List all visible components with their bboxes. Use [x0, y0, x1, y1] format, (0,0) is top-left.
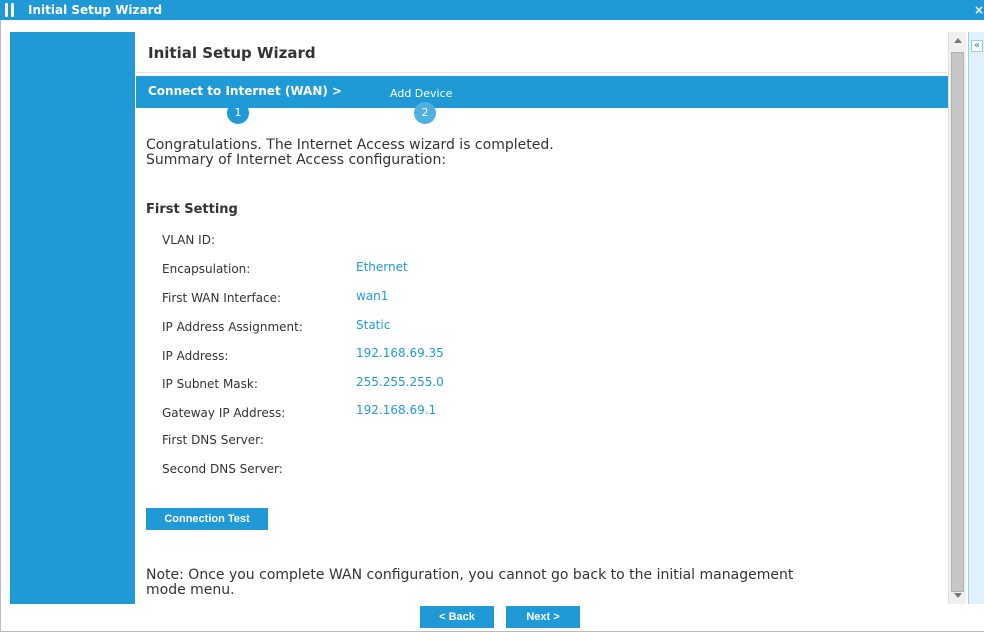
- first-dns-label: First DNS Server:: [162, 433, 264, 447]
- wizard-heading: Initial Setup Wizard: [148, 44, 316, 62]
- completion-line: Congratulations. The Internet Access wiz…: [146, 137, 554, 153]
- first-wan-interface-label: First WAN Interface:: [162, 291, 282, 305]
- summary-line: Summary of Internet Access configuration…: [146, 152, 447, 168]
- note-line-2: mode menu.: [146, 582, 235, 598]
- heading-divider: [136, 72, 948, 73]
- step-2-badge: 2: [414, 102, 436, 124]
- scroll-thumb[interactable]: [951, 52, 964, 592]
- second-dns-label: Second DNS Server:: [162, 462, 283, 476]
- close-button[interactable]: ×: [974, 2, 984, 18]
- ip-address-assignment-value: Static: [356, 318, 391, 332]
- window-title: Initial Setup Wizard: [28, 3, 163, 17]
- first-wan-interface-value: wan1: [356, 289, 389, 303]
- window-titlebar: Initial Setup Wizard ×: [0, 0, 984, 20]
- vertical-scrollbar[interactable]: [948, 32, 966, 604]
- step-bar: Connect to Internet (WAN) > Add Device: [136, 76, 948, 108]
- scroll-down-icon[interactable]: [954, 593, 962, 598]
- section-title: First Setting: [146, 202, 238, 217]
- step-1-badge: 1: [227, 102, 249, 124]
- scroll-up-icon[interactable]: [954, 38, 962, 43]
- note-text: Note: Once you complete WAN configuratio…: [146, 568, 886, 598]
- ip-address-value: 192.168.69.35: [356, 346, 444, 360]
- step-add-device: Add Device: [390, 87, 453, 100]
- wizard-icon: [2, 0, 28, 20]
- ip-subnet-mask-label: IP Subnet Mask:: [162, 377, 258, 391]
- gateway-ip-value: 192.168.69.1: [356, 403, 437, 417]
- right-side-panel: «: [968, 32, 984, 604]
- encapsulation-label: Encapsulation:: [162, 262, 251, 276]
- left-sidebar-strip: [10, 32, 135, 604]
- wizard-content: Initial Setup Wizard Connect to Internet…: [136, 32, 948, 604]
- back-button[interactable]: < Back: [420, 606, 494, 628]
- ip-address-label: IP Address:: [162, 349, 229, 363]
- connection-test-button[interactable]: Connection Test: [146, 508, 268, 530]
- note-line: Note: Once you complete WAN configuratio…: [146, 567, 794, 583]
- vlan-id-label: VLAN ID:: [162, 233, 215, 247]
- ip-address-assignment-label: IP Address Assignment:: [162, 320, 303, 334]
- next-button[interactable]: Next >: [506, 606, 580, 628]
- completion-message: Congratulations. The Internet Access wiz…: [146, 138, 554, 168]
- collapse-panel-icon[interactable]: «: [971, 40, 983, 52]
- ip-subnet-mask-value: 255.255.255.0: [356, 375, 444, 389]
- step-connect-internet: Connect to Internet (WAN) >: [148, 84, 343, 98]
- gateway-ip-label: Gateway IP Address:: [162, 406, 286, 420]
- encapsulation-value: Ethernet: [356, 260, 408, 274]
